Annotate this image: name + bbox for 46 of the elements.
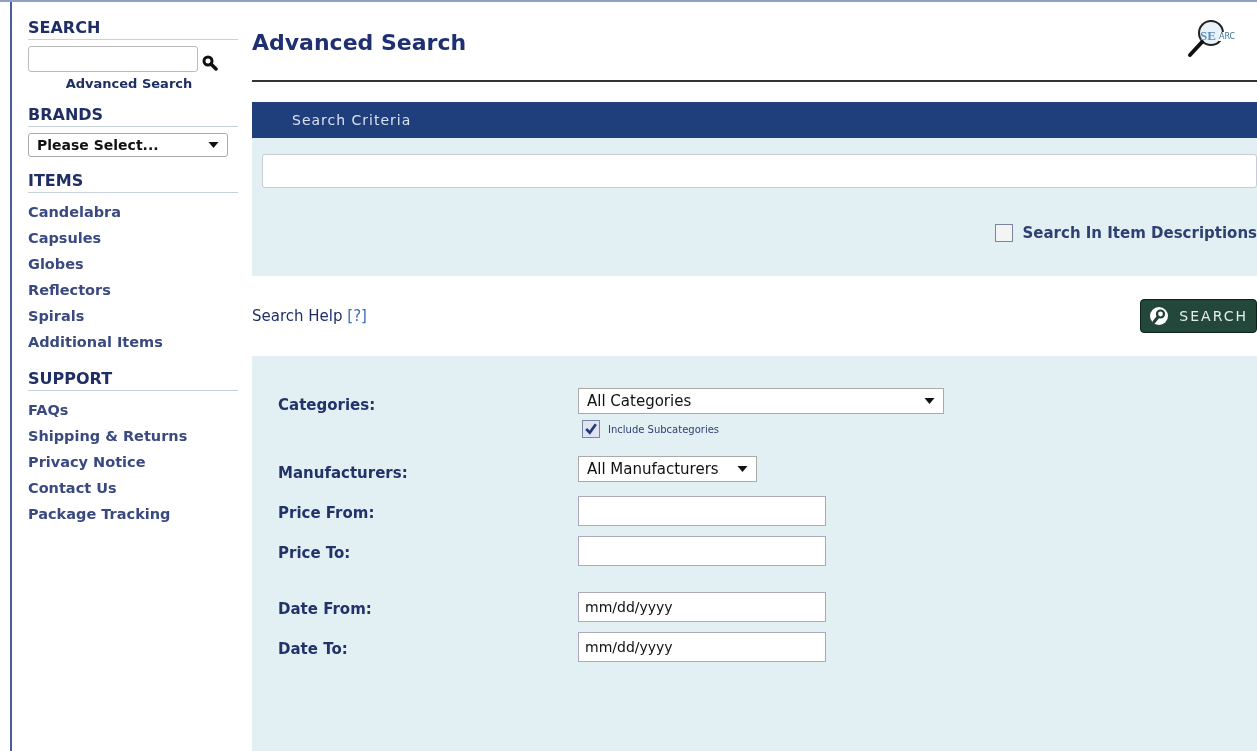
search-button[interactable]: SEARCH (1140, 299, 1257, 333)
input-field[interactable]: mm/dd/yyyy (578, 592, 826, 622)
input-field[interactable] (578, 536, 826, 566)
input-field[interactable] (578, 496, 826, 526)
section-header-text: Search Criteria (292, 112, 412, 128)
sidebar-heading: SUPPORT (28, 369, 238, 391)
caret-icon (924, 398, 935, 404)
caret-icon (208, 142, 219, 148)
form-label: Price To: (278, 543, 352, 562)
sidebar-link[interactable]: Contact Us (28, 475, 238, 501)
sidebar-link[interactable]: Package Tracking (28, 501, 238, 527)
sidebar-heading: BRANDS (28, 105, 238, 127)
search-field[interactable] (28, 46, 198, 72)
keyword-field[interactable] (262, 154, 1257, 188)
help-link[interactable]: [?] (347, 307, 367, 325)
sidebar-link[interactable]: Globes (28, 251, 238, 277)
sidebar-link[interactable]: Additional Items (28, 329, 238, 355)
form-label: Date To: (278, 639, 349, 658)
caret-icon (736, 466, 748, 472)
sidebar-heading: SEARCH (28, 18, 238, 40)
checkbox[interactable] (582, 420, 600, 438)
dropdown[interactable]: All Manufacturers (578, 456, 757, 482)
page-title: Advanced Search (252, 30, 467, 55)
checkbox-label: Search In Item Descriptions (1022, 224, 1257, 242)
sidebar-link[interactable]: Spirals (28, 303, 238, 329)
input-field[interactable]: mm/dd/yyyy (578, 632, 826, 662)
logo: SE ARC (1187, 12, 1257, 72)
search-icon (1149, 306, 1170, 326)
sidebar-link[interactable]: Candelabra (28, 199, 238, 225)
sidebar-link[interactable]: Capsules (28, 225, 238, 251)
form-label: Categories: (278, 395, 377, 414)
search-help-text: Search Help [?] (252, 307, 367, 325)
brands-dropdown[interactable]: Please Select... (28, 133, 228, 157)
form-label: Price From: (278, 503, 376, 522)
dropdown[interactable]: All Categories (578, 388, 944, 414)
sidebar-link[interactable]: FAQs (28, 397, 238, 423)
sidebar-heading: ITEMS (28, 171, 238, 193)
sidebar-link[interactable]: Privacy Notice (28, 449, 238, 475)
search-icon[interactable] (202, 55, 218, 71)
form-label: Manufacturers: (278, 463, 409, 482)
sidebar-link[interactable]: Reflectors (28, 277, 238, 303)
checkbox-label: Include Subcategories (608, 423, 720, 435)
sidebar-link[interactable]: Shipping & Returns (28, 423, 238, 449)
checkbox[interactable] (994, 224, 1013, 242)
advanced-search-link[interactable]: Advanced Search (65, 76, 193, 91)
form-label: Date From: (278, 599, 373, 618)
